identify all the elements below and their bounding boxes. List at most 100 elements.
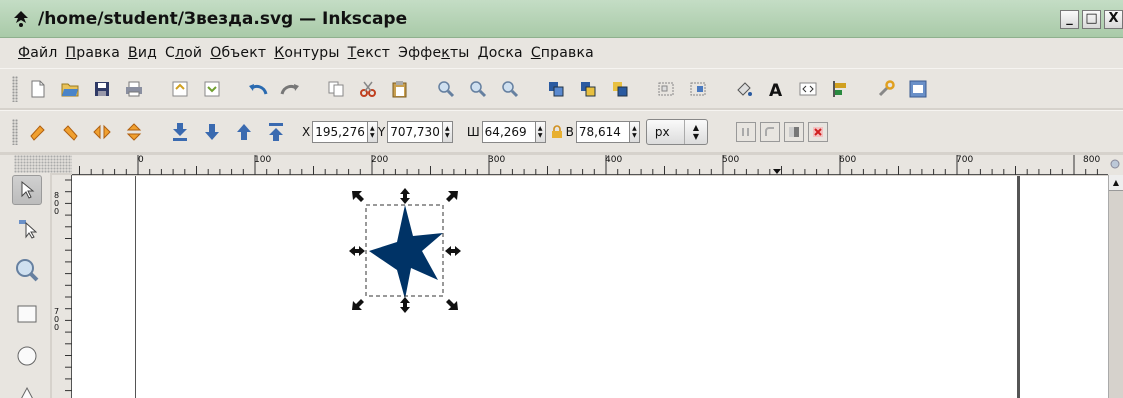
- clone-icon[interactable]: [578, 79, 598, 99]
- raise-icon[interactable]: [234, 122, 254, 142]
- menu-bar: Файл Правка Вид Слой Объект Контуры Текс…: [0, 38, 1123, 68]
- scale-stroke-icon[interactable]: [735, 121, 756, 142]
- unit-dropdown-arrow[interactable]: ▲ ▼: [685, 123, 707, 141]
- handle-top-left-icon: [352, 191, 364, 202]
- menu-object[interactable]: Объект: [210, 45, 266, 61]
- vruler-label-700: 7 0 0: [54, 307, 60, 332]
- h-field[interactable]: 78,614 ▲ ▼: [575, 120, 640, 143]
- group-icon[interactable]: [656, 79, 676, 99]
- text-font-icon[interactable]: A: [766, 79, 786, 99]
- vertical-scrollbar[interactable]: ▲: [1108, 175, 1123, 398]
- maximize-button[interactable]: □: [1082, 10, 1101, 29]
- y-value[interactable]: 707,730: [388, 125, 442, 139]
- export-icon[interactable]: [202, 79, 222, 99]
- menu-file[interactable]: Файл: [18, 45, 58, 61]
- x-spinner[interactable]: ▲ ▼: [366, 121, 377, 142]
- canvas[interactable]: [72, 176, 1108, 398]
- move-patterns-icon[interactable]: [807, 121, 828, 142]
- menu-help[interactable]: Справка: [531, 45, 594, 61]
- star-tool-icon[interactable]: [12, 381, 42, 398]
- controls-grip[interactable]: [12, 118, 18, 145]
- w-value[interactable]: 64,269: [483, 125, 529, 139]
- h-value[interactable]: 78,614: [577, 125, 623, 139]
- undo-icon[interactable]: [248, 79, 268, 99]
- handle-bottom-mid-icon: [400, 297, 410, 313]
- menu-path[interactable]: Контуры: [274, 45, 339, 61]
- open-icon[interactable]: [60, 79, 80, 99]
- handle-right-mid-icon: [445, 246, 461, 256]
- xml-editor-icon[interactable]: [798, 79, 818, 99]
- y-field[interactable]: 707,730 ▲ ▼: [387, 120, 453, 143]
- zoom-drawing-icon[interactable]: [468, 79, 488, 99]
- w-field[interactable]: 64,269 ▲ ▼: [481, 120, 546, 143]
- import-icon[interactable]: [170, 79, 190, 99]
- ruler-label-400: 400: [605, 155, 623, 165]
- move-gradients-icon[interactable]: [783, 121, 804, 142]
- cut-icon[interactable]: [358, 79, 378, 99]
- toolbox: [0, 155, 50, 398]
- h-spinner[interactable]: ▲ ▼: [628, 121, 639, 142]
- w-spinner[interactable]: ▲ ▼: [534, 121, 545, 142]
- new-icon[interactable]: [28, 79, 48, 99]
- zoom-tool-icon[interactable]: [12, 255, 42, 285]
- menu-effects[interactable]: Эффекты: [398, 45, 469, 61]
- menu-edit[interactable]: Правка: [66, 45, 121, 61]
- ruler-pointer-icon: [773, 169, 781, 174]
- fill-stroke-icon[interactable]: [734, 79, 754, 99]
- close-button[interactable]: X: [1104, 10, 1123, 29]
- flip-horizontal-icon[interactable]: [92, 122, 112, 142]
- document-properties-icon[interactable]: [908, 79, 928, 99]
- rotate-ccw-icon[interactable]: [28, 122, 48, 142]
- horizontal-ruler[interactable]: 0 100 200 300 400 500 600 700 800: [72, 155, 1108, 175]
- preferences-icon[interactable]: [876, 79, 896, 99]
- zoom-selection-icon[interactable]: [436, 79, 456, 99]
- lower-icon[interactable]: [202, 122, 222, 142]
- menu-whiteboard[interactable]: Доска: [478, 45, 523, 61]
- paste-icon[interactable]: [390, 79, 410, 99]
- w-label: Ш: [466, 124, 480, 139]
- title-bar: /home/student/Звезда.svg — Inkscape _ □ …: [0, 0, 1123, 38]
- svg-text:A: A: [769, 81, 783, 98]
- node-tool-icon[interactable]: [12, 213, 42, 243]
- rectangle-tool-icon[interactable]: [12, 299, 42, 329]
- ellipse-tool-icon[interactable]: [12, 341, 42, 371]
- redo-icon[interactable]: [280, 79, 300, 99]
- unit-value[interactable]: px: [647, 119, 685, 144]
- drawing-area[interactable]: [72, 176, 1108, 398]
- menu-view[interactable]: Вид: [128, 45, 157, 61]
- minimize-button[interactable]: _: [1060, 10, 1079, 29]
- ruler-label-300: 300: [488, 155, 506, 165]
- toolbar-grip[interactable]: [12, 75, 18, 102]
- handle-top-mid-icon: [400, 188, 410, 204]
- rotate-cw-icon[interactable]: [60, 122, 80, 142]
- x-value[interactable]: 195,276: [313, 125, 367, 139]
- selector-tool-icon[interactable]: [12, 175, 42, 205]
- duplicate-icon[interactable]: [546, 79, 566, 99]
- save-icon[interactable]: [92, 79, 112, 99]
- lock-icon[interactable]: [550, 122, 564, 142]
- star-shape[interactable]: [369, 205, 443, 299]
- scale-corners-icon[interactable]: [759, 121, 780, 142]
- horizontal-ruler-ticks: [79, 155, 1098, 175]
- menu-layer[interactable]: Слой: [165, 45, 202, 61]
- x-label: X: [302, 124, 311, 139]
- menu-text[interactable]: Текст: [348, 45, 391, 61]
- window-title: /home/student/Звезда.svg — Inkscape: [38, 8, 408, 29]
- flip-vertical-icon[interactable]: [124, 122, 144, 142]
- zoom-page-icon[interactable]: [500, 79, 520, 99]
- lower-to-bottom-icon[interactable]: [170, 122, 190, 142]
- scroll-up-icon[interactable]: ▲: [1109, 175, 1123, 191]
- y-spinner[interactable]: ▲ ▼: [441, 121, 452, 142]
- x-field[interactable]: 195,276 ▲ ▼: [312, 120, 378, 143]
- unit-select[interactable]: px ▲ ▼: [645, 118, 708, 145]
- vertical-ruler[interactable]: 8 0 0 7 0 0: [52, 175, 72, 398]
- unlink-clone-icon[interactable]: [610, 79, 630, 99]
- zoom-corner[interactable]: [1108, 155, 1123, 175]
- raise-to-top-icon[interactable]: [266, 122, 286, 142]
- ruler-label-700: 700: [956, 155, 974, 165]
- print-icon[interactable]: [124, 79, 144, 99]
- ungroup-icon[interactable]: [688, 79, 708, 99]
- copy-icon[interactable]: [326, 79, 346, 99]
- ruler-corner: [14, 155, 72, 173]
- align-icon[interactable]: [830, 79, 850, 99]
